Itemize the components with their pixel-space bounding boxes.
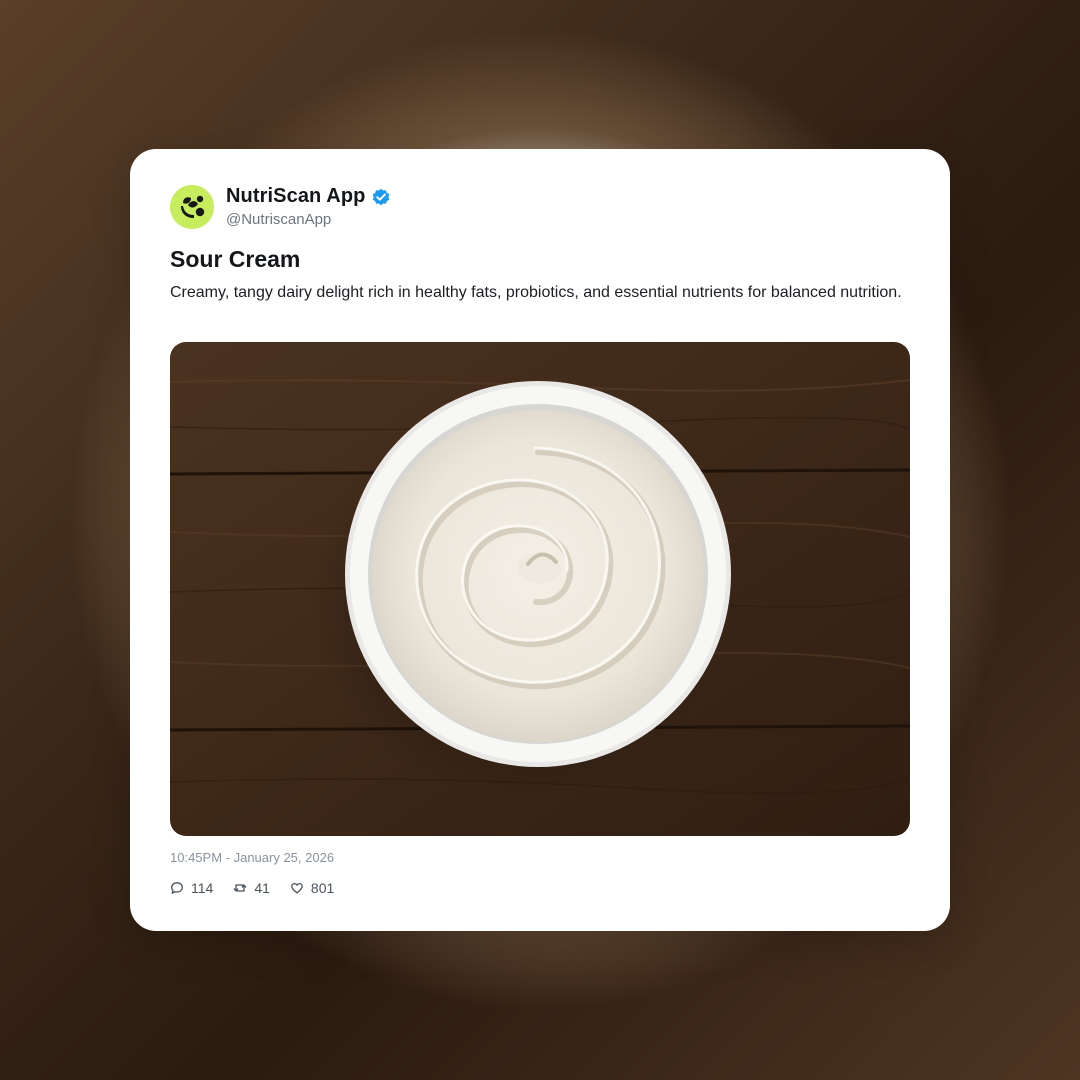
avatar[interactable] xyxy=(170,185,214,229)
repost-icon xyxy=(233,884,247,892)
reply-button[interactable]: 114 xyxy=(170,880,213,896)
leaf-logo-icon xyxy=(170,185,214,229)
repost-button[interactable]: 41 xyxy=(233,880,270,896)
heart-icon xyxy=(291,882,303,894)
author-name[interactable]: NutriScan App xyxy=(226,185,365,208)
post-image[interactable] xyxy=(170,342,910,836)
author-name-row: NutriScan App xyxy=(226,185,391,208)
verified-badge-icon xyxy=(371,187,391,207)
post-description: Creamy, tangy dairy delight rich in heal… xyxy=(170,284,902,301)
author-handle[interactable]: @NutriscanApp xyxy=(226,211,331,228)
reply-count: 114 xyxy=(191,880,214,896)
comment-icon xyxy=(171,882,183,894)
post-timestamp: 10:45PM - January 25, 2026 xyxy=(170,850,335,865)
like-count: 801 xyxy=(310,880,335,896)
like-button[interactable]: 801 xyxy=(290,880,334,896)
repost-count: 41 xyxy=(254,880,270,896)
post-title: Sour Cream xyxy=(170,246,301,272)
post-card: NutriScan App @NutriscanApp Sour Cream C… xyxy=(130,149,950,931)
engagement-stats: 114 41 801 xyxy=(170,880,334,896)
